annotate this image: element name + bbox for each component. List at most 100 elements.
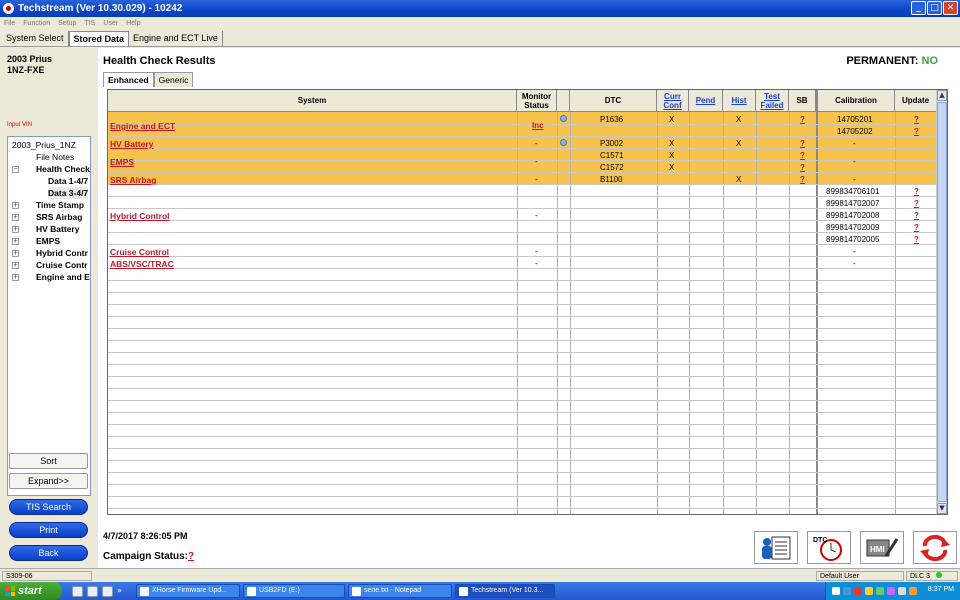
campaign-status-link[interactable]: ? — [188, 551, 194, 562]
expand-icon[interactable]: + — [12, 250, 19, 257]
collapse-icon[interactable]: − — [12, 166, 19, 173]
tree-item-root[interactable]: 2003_Prius_1NZ — [12, 139, 76, 151]
quicklaunch-icon[interactable] — [102, 586, 113, 597]
sort-button[interactable]: Sort — [9, 453, 88, 469]
menu-tis[interactable]: TIS — [84, 20, 95, 27]
start-button[interactable]: start — [0, 582, 62, 600]
dtc-code[interactable]: C1571 — [600, 150, 624, 162]
input-vin-link[interactable]: Input VIN — [7, 122, 32, 128]
menu-function[interactable]: Function — [23, 20, 50, 27]
col-dtc[interactable]: DTC — [570, 90, 657, 112]
tree-item-data-1[interactable]: Data 1-4/7 — [48, 175, 88, 187]
tree-item-health-check[interactable]: Health Check — [36, 163, 90, 175]
print-button[interactable]: Print — [9, 522, 88, 538]
tab-engine-ect-live[interactable]: Engine and ECT Live — [129, 31, 223, 46]
menu-help[interactable]: Help — [126, 20, 140, 27]
col-system[interactable]: System — [108, 90, 517, 112]
scroll-down-icon[interactable]: ▼ — [937, 503, 947, 514]
tree-item-data-3[interactable]: Data 3-4/7 — [48, 187, 89, 199]
freeze-frame-icon[interactable] — [560, 115, 567, 122]
tree-item-srs-airbag[interactable]: SRS Airbag — [36, 211, 82, 223]
freeze-frame-icon[interactable] — [560, 139, 567, 146]
dtc-code[interactable]: B1100 — [600, 174, 623, 186]
tree-item-hv-battery[interactable]: HV Battery — [36, 223, 79, 235]
update-link[interactable]: ? — [914, 198, 919, 210]
update-link[interactable]: ? — [914, 234, 919, 246]
tray-icon[interactable] — [909, 587, 917, 595]
col-update[interactable]: Update — [895, 90, 937, 112]
tab-system-select[interactable]: System Select — [2, 31, 69, 46]
monitor-status-link[interactable]: Inc — [532, 120, 544, 132]
col-monitor-status[interactable]: Monitor Status — [517, 90, 557, 112]
tree-item-file-notes[interactable]: File Notes — [36, 151, 74, 163]
update-link[interactable]: ? — [914, 222, 919, 234]
taskbar-item[interactable]: USB2FD (E:) — [243, 584, 345, 598]
dtc-sb-link[interactable]: ? — [800, 150, 805, 162]
customer-report-button[interactable] — [754, 531, 798, 564]
expand-icon[interactable]: + — [12, 226, 19, 233]
expand-button[interactable]: Expand>> — [9, 473, 88, 489]
hmi-edit-button[interactable]: HMI — [860, 531, 904, 564]
taskbar-item[interactable]: serie.txt - Notepad — [348, 584, 452, 598]
menu-file[interactable]: File — [4, 20, 15, 27]
dtc-code[interactable]: P3002 — [600, 138, 623, 150]
scroll-thumb[interactable] — [937, 102, 947, 502]
taskbar-item[interactable]: XHorse Firmware Upd... — [136, 584, 240, 598]
expand-icon[interactable]: + — [12, 214, 19, 221]
menu-setup[interactable]: Setup — [58, 20, 76, 27]
col-sb[interactable]: SB — [789, 90, 816, 112]
quicklaunch-more-icon[interactable]: » — [117, 586, 128, 597]
system-abs-vsc-trac[interactable]: ABS/VSC/TRAC — [110, 258, 174, 270]
dtc-sb-link[interactable]: ? — [800, 174, 805, 186]
update-link[interactable]: ? — [914, 114, 919, 126]
update-link[interactable]: ? — [914, 186, 919, 198]
tab-stored-data[interactable]: Stored Data — [68, 31, 130, 46]
col-test-failed[interactable]: Test Failed — [756, 90, 789, 112]
tree-item-engine-ect[interactable]: Engine and E — [36, 271, 90, 283]
minimize-button[interactable]: _ — [911, 1, 926, 15]
network-tray-icon[interactable] — [843, 587, 851, 595]
tab-generic[interactable]: Generic — [153, 72, 194, 87]
scroll-up-icon[interactable]: ▲ — [937, 90, 947, 101]
tray-icon[interactable] — [865, 587, 873, 595]
tab-enhanced[interactable]: Enhanced — [103, 72, 154, 87]
tree-item-hybrid-control[interactable]: Hybrid Contr — [36, 247, 88, 259]
tray-icon[interactable] — [876, 587, 884, 595]
tis-search-button[interactable]: TIS Search — [9, 499, 88, 515]
col-calibration[interactable]: Calibration — [816, 90, 895, 112]
expand-icon[interactable]: + — [12, 238, 19, 245]
volume-tray-icon[interactable] — [898, 587, 906, 595]
col-hist[interactable]: Hist — [723, 90, 756, 112]
dtc-code[interactable]: C1572 — [600, 162, 624, 174]
update-link[interactable]: ? — [914, 126, 919, 138]
system-emps[interactable]: EMPS — [110, 156, 134, 168]
dtc-sb-link[interactable]: ? — [800, 138, 805, 150]
system-engine-ect[interactable]: Engine and ECT — [110, 120, 175, 132]
close-button[interactable]: ✕ — [943, 1, 958, 15]
maximize-button[interactable]: □ — [927, 1, 942, 15]
help-tray-icon[interactable] — [832, 587, 840, 595]
dtc-clear-button[interactable]: DTC — [807, 531, 851, 564]
taskbar-item[interactable]: Techstream (Ver 10.3... — [455, 584, 555, 598]
dtc-sb-link[interactable]: ? — [800, 114, 805, 126]
system-hybrid-control[interactable]: Hybrid Control — [110, 210, 170, 222]
back-button[interactable]: Back — [9, 545, 88, 561]
update-link[interactable]: ? — [914, 210, 919, 222]
tree-item-time-stamp[interactable]: Time Stamp — [36, 199, 84, 211]
col-pend[interactable]: Pend — [689, 90, 723, 112]
expand-icon[interactable]: + — [12, 274, 19, 281]
system-srs-airbag[interactable]: SRS Airbag — [110, 174, 156, 186]
refresh-button[interactable] — [913, 531, 957, 564]
dtc-sb-link[interactable]: ? — [800, 162, 805, 174]
expand-icon[interactable]: + — [12, 262, 19, 269]
tree-item-emps[interactable]: EMPS — [36, 235, 60, 247]
tray-icon[interactable] — [887, 587, 895, 595]
expand-icon[interactable]: + — [12, 202, 19, 209]
system-hv-battery[interactable]: HV Battery — [110, 138, 153, 150]
security-tray-icon[interactable] — [854, 587, 862, 595]
quicklaunch-icon[interactable] — [87, 586, 98, 597]
col-curr-conf[interactable]: Curr Conf — [657, 90, 689, 112]
quicklaunch-icon[interactable] — [72, 586, 83, 597]
dtc-code[interactable]: P1636 — [600, 114, 623, 126]
grid-scrollbar[interactable]: ▲ ▼ — [936, 90, 947, 514]
